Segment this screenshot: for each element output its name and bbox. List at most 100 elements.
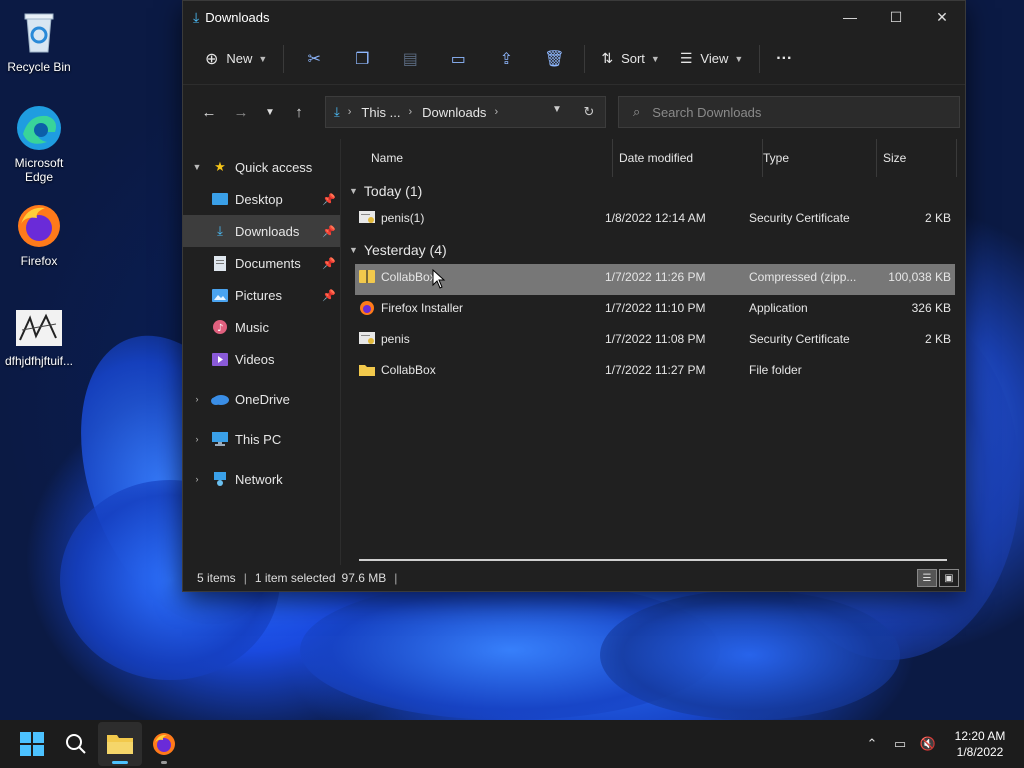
title-bar[interactable]: ⤓ Downloads — ☐ ✕ [183, 1, 965, 33]
file-row[interactable]: penis(1) 1/8/2022 12:14 AM Security Cert… [355, 205, 955, 236]
firefox-icon [15, 202, 63, 250]
pin-icon[interactable]: 📌 [322, 289, 336, 302]
zip-folder-icon [359, 270, 375, 284]
close-button[interactable]: ✕ [919, 1, 965, 33]
mouse-cursor-icon [432, 268, 446, 292]
network-status-icon[interactable]: ▭ [886, 736, 914, 752]
chevron-down-icon: ▼ [650, 53, 660, 64]
star-icon: ★ [214, 159, 226, 174]
share-button[interactable]: ⇪ [482, 41, 530, 77]
chevron-down-icon: ▼ [349, 186, 358, 196]
desktop-icon-firefox[interactable]: Firefox [1, 202, 77, 268]
chevron-down-icon: ▼ [349, 245, 358, 255]
breadcrumb-this-pc[interactable]: This ... [361, 105, 400, 120]
horizontal-scrollbar[interactable] [359, 559, 947, 561]
certificate-icon [359, 332, 375, 346]
sort-arrows-icon: ⇅ [601, 50, 614, 66]
column-header-size[interactable]: Size [883, 139, 957, 177]
copy-button[interactable]: ❐ [338, 41, 386, 77]
nav-item-desktop[interactable]: Desktop 📌 [183, 183, 340, 215]
group-header-yesterday[interactable]: ▼ Yesterday (4) [341, 236, 965, 264]
back-button[interactable]: ← [193, 96, 225, 128]
desktop-icon-edge[interactable]: Microsoft Edge [1, 104, 77, 184]
chevron-right-icon: › [195, 474, 199, 484]
taskbar: ⌃ ▭ 🔇 12:20 AM 1/8/2022 [0, 720, 1024, 768]
nav-this-pc[interactable]: › This PC [183, 423, 340, 455]
desktop-icon-recycle-bin[interactable]: Recycle Bin [1, 8, 77, 74]
search-box[interactable]: ⌕ Search Downloads [618, 96, 960, 128]
taskbar-firefox[interactable] [142, 722, 186, 766]
downloads-icon: ⤓ [217, 223, 223, 238]
column-header-name[interactable]: Name [371, 139, 613, 177]
chevron-down-icon: ▼ [734, 53, 744, 64]
share-icon: ⇪ [499, 50, 514, 68]
new-button[interactable]: ⊕ New ▼ [195, 41, 277, 77]
windows-logo-icon [20, 732, 44, 756]
chevron-down-icon: ▼ [192, 162, 202, 172]
file-row[interactable]: penis 1/7/2022 11:08 PM Security Certifi… [355, 326, 955, 357]
more-options-button[interactable]: ··· [766, 41, 802, 77]
start-button[interactable] [10, 722, 54, 766]
cut-button[interactable]: ✂ [290, 41, 338, 77]
sort-button[interactable]: ⇅ Sort ▼ [591, 41, 670, 77]
search-button[interactable] [54, 722, 98, 766]
pin-icon[interactable]: 📌 [322, 225, 336, 238]
tiles-view-button[interactable]: ▣ [939, 569, 959, 587]
arrow-right-icon: → [233, 103, 249, 121]
up-button[interactable]: ↑ [283, 96, 315, 128]
details-view-button[interactable]: ☰ [917, 569, 937, 587]
rename-icon: ▭ [450, 50, 466, 68]
nav-item-pictures[interactable]: Pictures 📌 [183, 279, 340, 311]
edge-icon [15, 104, 63, 152]
file-row[interactable]: Firefox Installer 1/7/2022 11:10 PM Appl… [355, 295, 955, 326]
running-indicator [161, 761, 167, 764]
recycle-bin-icon [15, 8, 63, 56]
nav-network[interactable]: › Network [183, 463, 340, 495]
view-button[interactable]: ☰ View ▼ [670, 41, 753, 77]
column-header-type[interactable]: Type [763, 139, 877, 177]
chevron-up-icon[interactable]: ⌃ [858, 736, 886, 752]
chevron-right-icon: › [494, 106, 499, 118]
column-header-date[interactable]: Date modified [619, 139, 763, 177]
taskbar-file-explorer[interactable] [98, 722, 142, 766]
group-header-today[interactable]: ▼ Today (1) [341, 177, 965, 205]
nav-item-music[interactable]: ♪ Music [183, 311, 340, 343]
nav-quick-access[interactable]: ▼ ★ Quick access [183, 151, 340, 183]
address-bar[interactable]: ⤓ › This ... › Downloads › ▼ ↻ [325, 96, 606, 128]
navigation-pane: ▼ ★ Quick access Desktop 📌 ⤓ Downloads 📌… [183, 139, 341, 565]
music-icon: ♪ [211, 319, 229, 335]
file-row[interactable]: CollabBox 1/7/2022 11:27 PM File folder [355, 357, 955, 388]
breadcrumb-downloads[interactable]: Downloads [422, 105, 486, 120]
delete-button[interactable]: 🗑 [530, 41, 578, 77]
minimize-button[interactable]: — [827, 1, 873, 33]
list-view-icon: ☰ [679, 50, 693, 66]
svg-text:♪: ♪ [217, 323, 223, 334]
search-icon: ⌕ [633, 104, 641, 119]
nav-item-downloads[interactable]: ⤓ Downloads 📌 [183, 215, 340, 247]
forward-button[interactable]: → [225, 96, 257, 128]
computer-icon [211, 431, 229, 447]
desktop-icon-image-file[interactable]: dfhjdfhjftuif... [1, 310, 77, 368]
maximize-button[interactable]: ☐ [873, 1, 919, 33]
chevron-down-icon: ▼ [265, 106, 275, 118]
nav-item-documents[interactable]: Documents 📌 [183, 247, 340, 279]
pin-icon[interactable]: 📌 [322, 257, 336, 270]
nav-onedrive[interactable]: › OneDrive [183, 383, 340, 415]
downloads-icon: ⤓ [193, 8, 200, 25]
search-input[interactable]: Search Downloads [652, 105, 761, 120]
folder-icon [107, 735, 133, 754]
selected-count: 1 item selected [254, 571, 336, 585]
paste-button[interactable]: ▤ [386, 41, 434, 77]
active-indicator [112, 761, 128, 764]
selected-size: 97.6 MB [341, 571, 387, 585]
recent-locations-button[interactable]: ▼ [257, 96, 283, 128]
pin-icon[interactable]: 📌 [322, 193, 336, 206]
refresh-button[interactable]: ↻ [573, 104, 605, 120]
address-dropdown-button[interactable]: ▼ [541, 104, 573, 120]
copy-icon: ❐ [355, 50, 370, 68]
rename-button[interactable]: ▭ [434, 41, 482, 77]
nav-item-videos[interactable]: Videos [183, 343, 340, 375]
system-tray: ⌃ ▭ 🔇 12:20 AM 1/8/2022 [858, 720, 1024, 768]
clock[interactable]: 12:20 AM 1/8/2022 [942, 728, 1018, 760]
volume-muted-icon[interactable]: 🔇 [914, 736, 942, 752]
